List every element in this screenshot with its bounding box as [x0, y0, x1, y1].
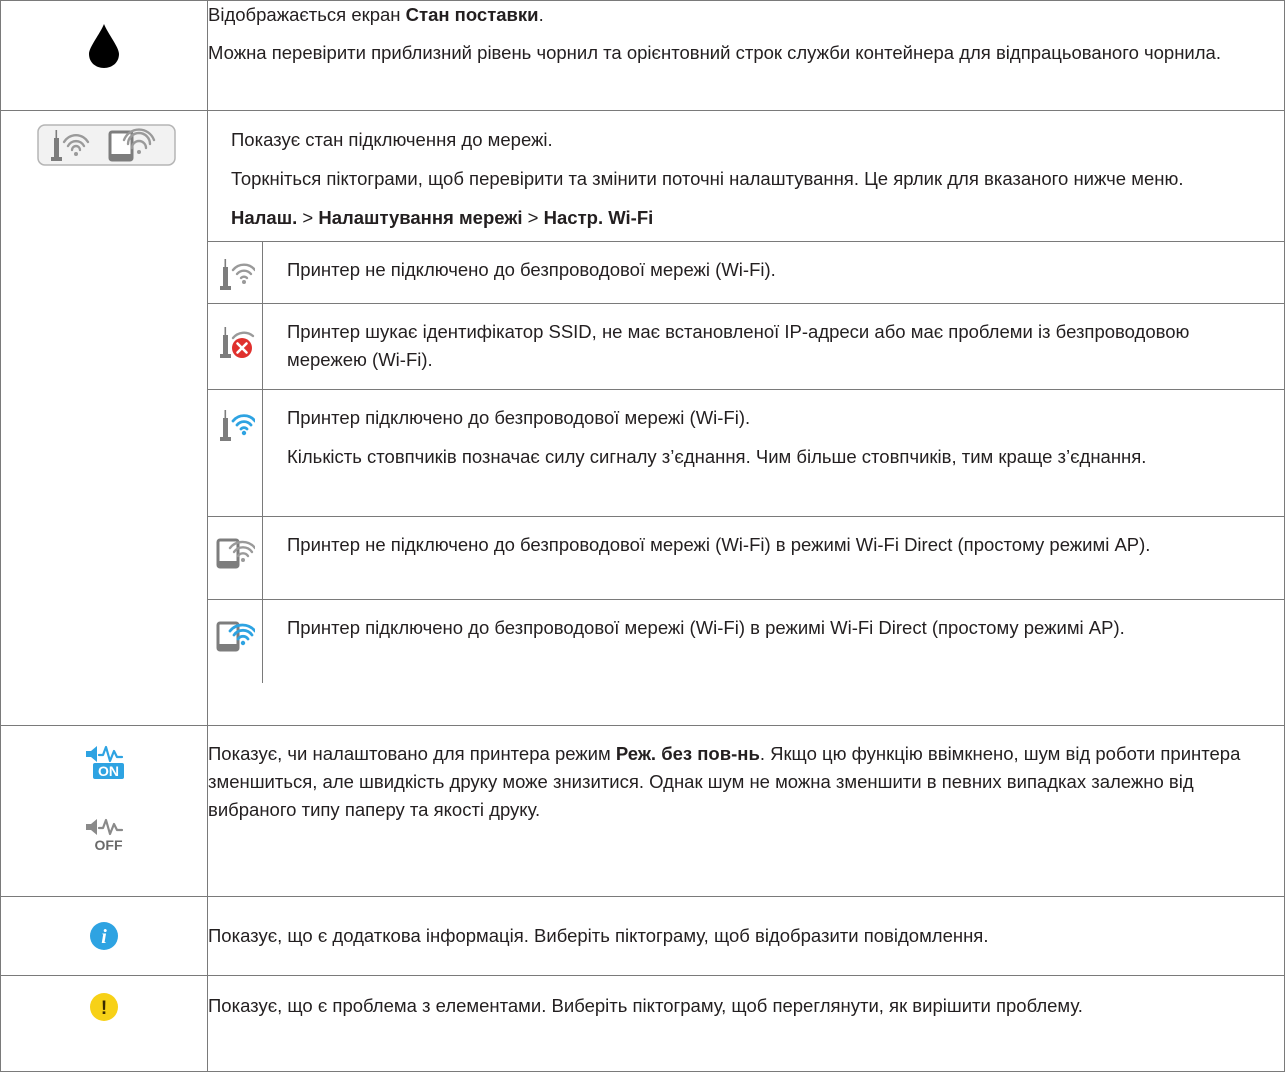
menu-path-network-settings: Налаштування мережі	[318, 207, 523, 228]
text-cell-quiet-mode: Показує, чи налаштовано для принтера реж…	[207, 725, 1285, 897]
wifi-error-text: Принтер шукає ідентифікатор SSID, не має…	[287, 321, 1190, 370]
sub-row-wifi-connected: Принтер підключено до безпроводової мере…	[208, 389, 1284, 517]
sub-icon-cell	[208, 303, 263, 390]
row-ink: Відображається екран Стан поставки. Можн…	[0, 0, 1285, 111]
quiet-mode-off-icon[interactable]: OFF	[82, 816, 126, 859]
network-line1: Показує стан підключення до мережі.	[231, 129, 553, 150]
ink-line2: Можна перевірити приблизний рівень чорни…	[208, 42, 1221, 63]
sub-icon-cell	[208, 241, 263, 304]
icon-reference-table: Відображається екран Стан поставки. Можн…	[0, 0, 1285, 1072]
text-cell-info: Показує, що є додаткова інформація. Вибе…	[207, 896, 1285, 976]
wifi-disconnected-icon	[215, 253, 257, 298]
ink-drop-icon[interactable]	[88, 23, 120, 74]
sub-icon-cell	[208, 516, 263, 600]
ink-line1-post: .	[538, 4, 544, 25]
text-cell-ink: Відображається екран Стан поставки. Можн…	[207, 0, 1285, 111]
warning-text: Показує, що є проблема з елементами. Виб…	[208, 995, 1083, 1016]
row-quiet-mode: ON OFF Показує, чи налаштовано для принт…	[0, 725, 1285, 897]
ink-line1-pre: Відображається екран	[208, 4, 406, 25]
icon-cell-info: i	[0, 896, 208, 976]
sub-row-wifi-direct-connected: Принтер підключено до безпроводової мере…	[208, 599, 1284, 683]
network-status-subtable: Принтер не підключено до безпроводової м…	[208, 241, 1284, 683]
quiet-mode-on-icon[interactable]: ON	[82, 743, 126, 786]
wifi-connected-text2: Кількість стовпчиків позначає силу сигна…	[287, 446, 1147, 467]
quiet-off-label: OFF	[95, 837, 123, 853]
sub-icon-cell	[208, 389, 263, 517]
quiet-text-pre: Показує, чи налаштовано для принтера реж…	[208, 743, 616, 764]
sub-text-cell: Принтер шукає ідентифікатор SSID, не має…	[262, 303, 1284, 390]
menu-path-separator: >	[297, 207, 319, 228]
sub-row-wifi-direct-disconnected: Принтер не підключено до безпроводової м…	[208, 516, 1284, 600]
menu-path-settings: Налаш.	[231, 207, 298, 228]
text-cell-network: Показує стан підключення до мережі. Торк…	[207, 110, 1285, 726]
info-text: Показує, що є додаткова інформація. Вибе…	[208, 925, 989, 946]
wifi-connected-icon	[215, 404, 257, 449]
icon-cell-network	[0, 110, 208, 726]
network-status-icon[interactable]	[37, 124, 176, 171]
network-line2: Торкніться піктограми, щоб перевірити та…	[231, 168, 1184, 189]
icon-cell-ink	[0, 0, 208, 111]
wifi-direct-disconnected-text: Принтер не підключено до безпроводової м…	[287, 534, 1151, 555]
row-network: Показує стан підключення до мережі. Торк…	[0, 110, 1285, 726]
wifi-connected-text: Принтер підключено до безпроводової мере…	[287, 407, 751, 428]
icon-cell-warning: !	[0, 975, 208, 1072]
sub-text-cell: Принтер не підключено до безпроводової м…	[262, 241, 1284, 304]
text-cell-warning: Показує, що є проблема з елементами. Виб…	[207, 975, 1285, 1072]
sub-text-cell: Принтер підключено до безпроводової мере…	[262, 389, 1284, 517]
warning-glyph: !	[101, 998, 107, 1019]
wifi-direct-disconnected-icon	[215, 533, 257, 578]
quiet-text-bold: Реж. без пов-нь	[615, 743, 760, 764]
sub-row-wifi-disconnected: Принтер не підключено до безпроводової м…	[208, 241, 1284, 304]
menu-path-separator: >	[522, 207, 544, 228]
row-warning: ! Показує, що є проблема з елементами. В…	[0, 975, 1285, 1072]
menu-path-wifi-setup: Настр. Wi-Fi	[543, 207, 654, 228]
row-info: i Показує, що є додаткова інформація. Ви…	[0, 896, 1285, 976]
warning-icon[interactable]: !	[89, 992, 119, 1027]
wifi-error-icon	[215, 321, 255, 366]
icon-cell-quiet-mode: ON OFF	[0, 725, 208, 897]
quiet-mode-text: Показує, чи налаштовано для принтера реж…	[208, 740, 1284, 824]
quiet-on-label: ON	[98, 763, 119, 779]
ink-line1-bold: Стан поставки	[405, 4, 539, 25]
wifi-disconnected-text: Принтер не підключено до безпроводової м…	[287, 259, 776, 280]
sub-icon-cell	[208, 599, 263, 683]
info-icon[interactable]: i	[89, 921, 119, 956]
info-glyph: i	[101, 926, 107, 948]
network-menu-path: Налаш. > Налаштування мережі > Настр. Wi…	[231, 204, 1260, 232]
sub-text-cell: Принтер не підключено до безпроводової м…	[262, 516, 1284, 600]
wifi-direct-connected-icon	[215, 616, 257, 661]
sub-text-cell: Принтер підключено до безпроводової мере…	[262, 599, 1284, 683]
sub-row-wifi-error: Принтер шукає ідентифікатор SSID, не має…	[208, 303, 1284, 390]
wifi-direct-connected-text: Принтер підключено до безпроводової мере…	[287, 617, 1125, 638]
ink-line1: Відображається екран Стан поставки.	[208, 1, 1284, 29]
